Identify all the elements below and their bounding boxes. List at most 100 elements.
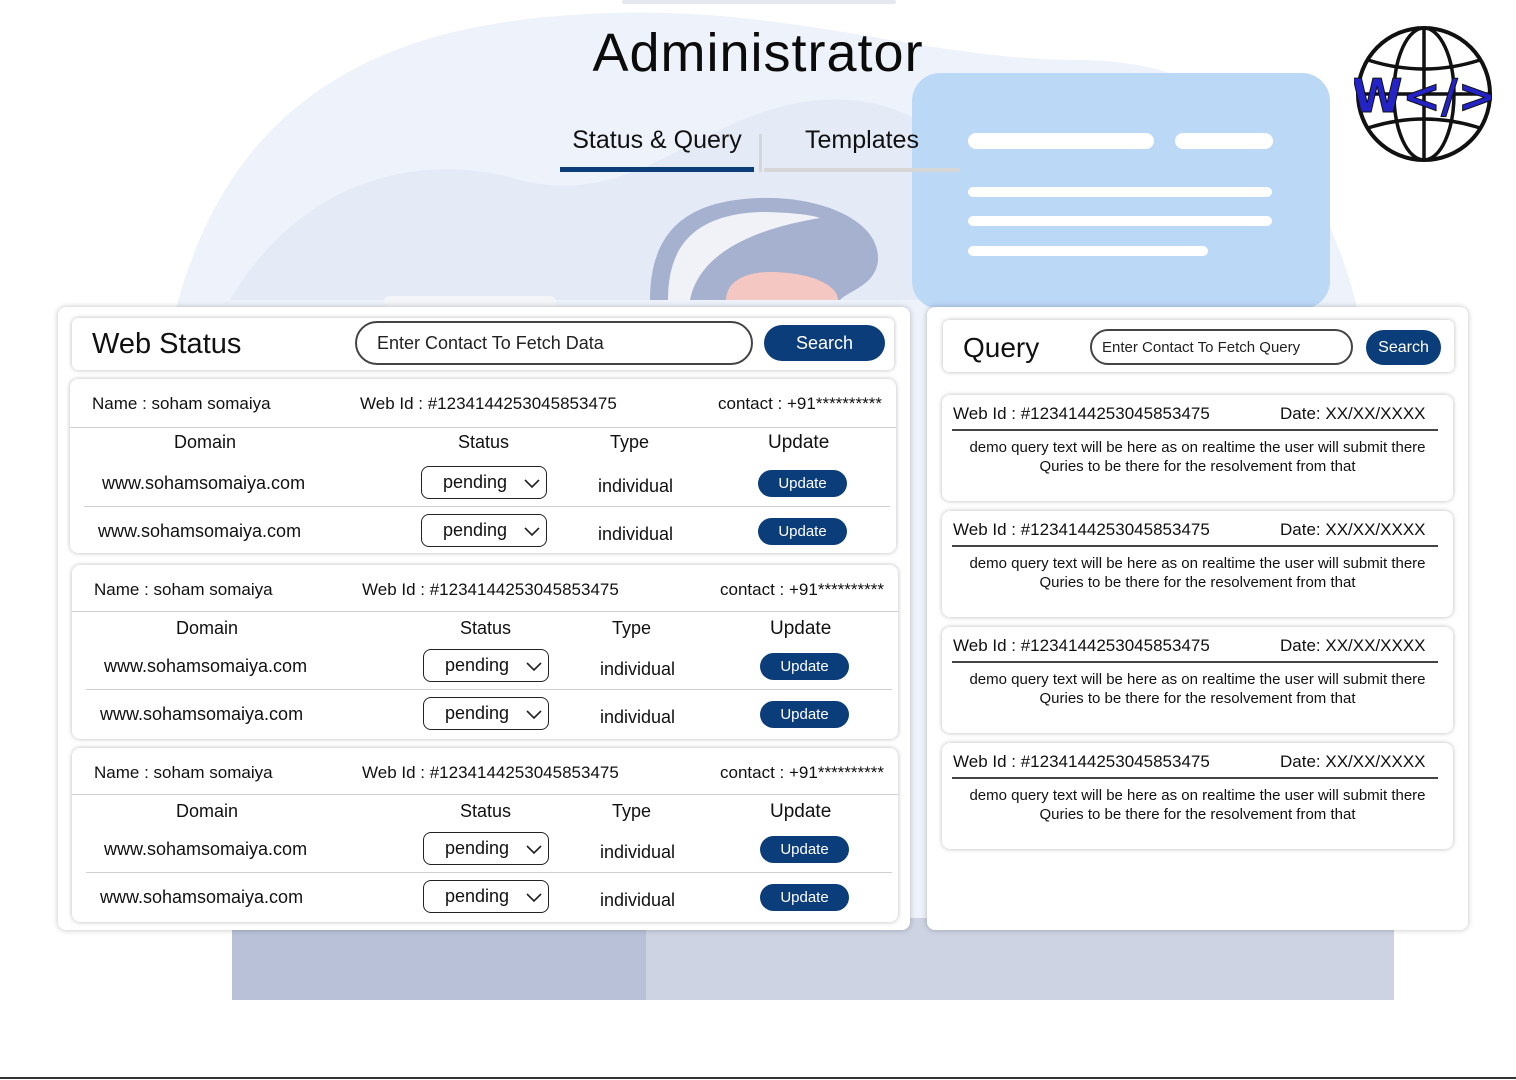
status-dropdown[interactable]: pending [423, 697, 549, 730]
status-dropdown[interactable]: pending [421, 514, 547, 547]
record-contact: contact : +91********** [720, 763, 884, 782]
tab-separator [759, 134, 762, 172]
query-date: Date: XX/XX/XXXX [1280, 520, 1426, 539]
column-header-domain: Domain [176, 618, 239, 638]
query-divider [952, 777, 1438, 779]
web-status-search-button[interactable]: Search [764, 325, 885, 361]
record-divider [70, 427, 896, 428]
row-domain: www.sohamsomaiya.com [100, 704, 304, 724]
chevron-down-icon [524, 479, 540, 489]
query-search-button[interactable]: Search [1366, 330, 1441, 365]
query-divider [952, 545, 1438, 547]
query-divider [952, 661, 1438, 663]
query-title: Query [963, 332, 1040, 363]
record-web-id: Web Id : #1234144253045853475 [362, 763, 619, 782]
query-card: Web Id : #1234144253045853475 Date: XX/X… [942, 395, 1453, 501]
bottom-divider [0, 1077, 1516, 1079]
web-record-card: Name : soham somaiya Web Id : #123414425… [72, 565, 898, 739]
column-header-domain: Domain [174, 432, 237, 452]
query-panel: Query Search Web Id : #12341442530458534… [927, 307, 1468, 930]
row-domain: www.sohamsomaiya.com [104, 656, 308, 676]
query-date: Date: XX/XX/XXXX [1280, 404, 1426, 423]
row-type: individual [598, 524, 674, 544]
status-dropdown[interactable]: pending [423, 880, 549, 913]
web-status-search-input[interactable] [355, 321, 753, 365]
column-header-status: Status [460, 618, 512, 638]
logo-text: W</> [1354, 69, 1494, 123]
row-domain: www.sohamsomaiya.com [104, 839, 308, 859]
row-domain: www.sohamsomaiya.com [100, 887, 304, 907]
query-web-id: Web Id : #1234144253045853475 [953, 404, 1210, 423]
tab-status-query[interactable]: Status & Query [560, 120, 754, 172]
row-type: individual [598, 476, 674, 496]
table-row: www.sohamsomaiya.com pending individual … [70, 459, 896, 507]
query-text: demo query text will be here as on realt… [969, 787, 1426, 823]
chevron-down-icon [526, 893, 542, 903]
table-row: www.sohamsomaiya.com pending individual … [72, 873, 898, 921]
query-web-id: Web Id : #1234144253045853475 [953, 752, 1210, 771]
status-value: pending [443, 520, 508, 540]
page-title: Administrator [592, 23, 924, 83]
record-divider [72, 611, 898, 612]
status-value: pending [445, 655, 510, 675]
column-header-update: Update [770, 801, 832, 822]
table-row: www.sohamsomaiya.com pending individual … [72, 642, 898, 690]
update-button[interactable]: Update [760, 884, 849, 911]
column-header-status: Status [458, 432, 510, 452]
chevron-down-icon [526, 662, 542, 672]
update-button[interactable]: Update [760, 836, 849, 863]
status-dropdown[interactable]: pending [423, 832, 549, 865]
update-button[interactable]: Update [758, 470, 847, 497]
globe-code-logo-icon: W</> [1354, 26, 1494, 162]
row-type: individual [600, 659, 676, 679]
record-web-id: Web Id : #1234144253045853475 [362, 580, 619, 599]
column-header-type: Type [612, 618, 652, 638]
status-dropdown[interactable]: pending [423, 649, 549, 682]
tab-templates[interactable]: Templates [764, 120, 960, 172]
query-web-id: Web Id : #1234144253045853475 [953, 636, 1210, 655]
column-header-domain: Domain [176, 801, 239, 821]
row-domain: www.sohamsomaiya.com [102, 473, 306, 493]
update-button[interactable]: Update [760, 701, 849, 728]
query-search-input[interactable] [1090, 329, 1353, 365]
record-contact: contact : +91********** [718, 394, 882, 413]
column-header-update: Update [770, 618, 832, 639]
query-card: Web Id : #1234144253045853475 Date: XX/X… [942, 743, 1453, 849]
status-value: pending [443, 472, 508, 492]
update-button[interactable]: Update [760, 653, 849, 680]
chevron-down-icon [526, 845, 542, 855]
table-row: www.sohamsomaiya.com pending individual … [72, 690, 898, 738]
status-value: pending [445, 703, 510, 723]
status-dropdown[interactable]: pending [421, 466, 547, 499]
row-type: individual [600, 707, 676, 727]
column-header-type: Type [610, 432, 650, 452]
record-contact: contact : +91********** [720, 580, 884, 599]
query-divider [952, 429, 1438, 431]
query-date: Date: XX/XX/XXXX [1280, 752, 1426, 771]
record-name: Name : soham somaiya [94, 580, 273, 599]
record-name: Name : soham somaiya [92, 394, 271, 413]
record-web-id: Web Id : #1234144253045853475 [360, 394, 617, 413]
query-header: Query Search [943, 320, 1454, 372]
web-status-header: Web Status Search [72, 318, 894, 370]
web-status-title: Web Status [92, 328, 242, 360]
record-divider [72, 794, 898, 795]
column-header-type: Type [612, 801, 652, 821]
column-header-status: Status [460, 801, 512, 821]
query-web-id: Web Id : #1234144253045853475 [953, 520, 1210, 539]
query-text: demo query text will be here as on realt… [969, 439, 1426, 475]
query-text: demo query text will be here as on realt… [969, 555, 1426, 591]
chevron-down-icon [524, 527, 540, 537]
chevron-down-icon [526, 710, 542, 720]
table-row: www.sohamsomaiya.com pending individual … [72, 825, 898, 873]
column-header-update: Update [768, 432, 830, 453]
status-value: pending [445, 886, 510, 906]
record-name: Name : soham somaiya [94, 763, 273, 782]
query-card: Web Id : #1234144253045853475 Date: XX/X… [942, 627, 1453, 733]
update-button[interactable]: Update [758, 518, 847, 545]
query-date: Date: XX/XX/XXXX [1280, 636, 1426, 655]
web-record-card: Name : soham somaiya Web Id : #123414425… [72, 748, 898, 922]
query-text: demo query text will be here as on realt… [969, 671, 1426, 707]
table-row: www.sohamsomaiya.com pending individual … [70, 507, 896, 555]
row-type: individual [600, 890, 676, 910]
